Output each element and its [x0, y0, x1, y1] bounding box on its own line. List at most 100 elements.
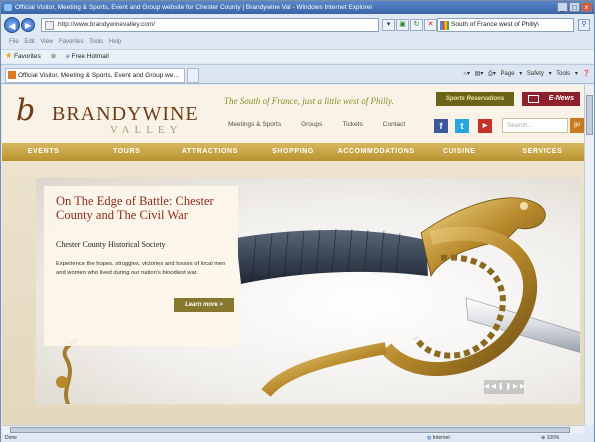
minimize-button[interactable]: _ [557, 2, 568, 12]
fav-link-hotmail[interactable]: e Free Hotmail [66, 50, 109, 64]
sports-reservations-button[interactable]: Sports Reservations [436, 92, 514, 106]
window-controls: _ □ × [557, 2, 592, 12]
main-nav: EVENTS TOURS ATTRACTIONS SHOPPING ACCOMM… [2, 143, 584, 161]
status-bar: Done ◍ Internet ⊕ 100% [1, 434, 594, 442]
close-button[interactable]: × [581, 2, 592, 12]
enews-label: E-News [548, 95, 574, 102]
address-dropdown-icon[interactable]: ▾ [382, 19, 395, 31]
enews-button[interactable]: E-News [522, 92, 580, 106]
prev-slide-icon[interactable]: ◀◀ [484, 383, 498, 390]
nav-services[interactable]: SERVICES [501, 143, 584, 161]
status-text: Done [5, 435, 17, 441]
search-icon[interactable]: ⚲ [578, 19, 590, 31]
globe-icon: ◍ [427, 435, 432, 441]
zoom-value: 100% [546, 435, 560, 441]
compatibility-icon[interactable]: ▣ [396, 19, 409, 31]
site-brand-sub: VALLEY [110, 124, 183, 136]
zoom-level[interactable]: ⊕ 100% [541, 434, 559, 442]
pause-icon[interactable]: ❚❚ [498, 383, 513, 390]
ie-page-icon: e [66, 52, 70, 60]
youtube-icon[interactable]: ▶ [478, 119, 492, 133]
nav-tours[interactable]: TOURS [85, 143, 168, 161]
address-text: http://www.brandywinevalley.com/ [58, 21, 156, 28]
tools-menu[interactable]: Tools ▾ [556, 71, 578, 77]
search-box[interactable]: South of France west of Philly\ [437, 18, 574, 32]
safety-menu[interactable]: Safety ▾ [527, 71, 552, 77]
hero-body: Experience the hopes, struggles, victori… [56, 261, 226, 276]
top-links: Meetings & Sports Groups Tickets Contact [228, 121, 405, 128]
learn-more-button[interactable]: Learn more > [174, 298, 234, 312]
menu-favorites[interactable]: Favorites [59, 39, 84, 45]
address-bar[interactable]: http://www.brandywinevalley.com/ [41, 18, 379, 32]
hero-caption-panel: On The Edge of Battle: Chester County an… [44, 186, 238, 346]
site-tagline: The South of France, just a little west … [224, 96, 394, 106]
search-text: South of France west of Philly\ [451, 21, 539, 28]
add-favorite-icon[interactable]: ⊕ [51, 50, 56, 64]
logo-mark-icon[interactable]: b [16, 95, 46, 129]
web-page: b BRANDYWINE VALLEY The South of France,… [2, 85, 584, 425]
google-icon [440, 21, 449, 30]
print-icon[interactable]: ⎙▾ [488, 71, 496, 77]
hero-title[interactable]: On The Edge of Battle: Chester County an… [56, 194, 234, 222]
menu-edit[interactable]: Edit [24, 39, 34, 45]
link-contact[interactable]: Contact [383, 121, 405, 128]
link-tickets[interactable]: Tickets [342, 121, 362, 128]
link-meetings-sports[interactable]: Meetings & Sports [228, 121, 281, 128]
zone-label: Internet [432, 435, 450, 441]
tab-row: Official Visitor, Meeting & Sports, Even… [1, 64, 594, 84]
nav-cuisine[interactable]: CUISINE [418, 143, 501, 161]
command-bar: ⌂▾ ▤▾ ⎙▾ Page ▾ Safety ▾ Tools ▾ ❓ [463, 70, 590, 78]
security-zone: ◍ Internet [427, 434, 450, 442]
site-search-go-button[interactable]: go [570, 118, 584, 133]
fav-link-label: Free Hotmail [71, 52, 109, 60]
site-search-input[interactable]: Search... [502, 118, 568, 133]
favorites-label: Favorites [13, 53, 41, 60]
browser-window: Official Visitor, Meeting & Sports, Even… [0, 0, 595, 442]
twitter-icon[interactable]: t [455, 119, 469, 133]
forward-button[interactable]: ▶ [21, 18, 35, 32]
feeds-icon[interactable]: ▤▾ [475, 71, 484, 77]
home-icon[interactable]: ⌂▾ [463, 71, 470, 77]
decorative-ornament [56, 338, 80, 404]
back-button[interactable]: ◀ [4, 17, 20, 33]
tab-label: Official Visitor, Meeting & Sports, Even… [18, 72, 179, 79]
nav-events[interactable]: EVENTS [2, 143, 85, 161]
site-brand[interactable]: BRANDYWINE [52, 103, 199, 126]
stop-icon[interactable]: ✕ [424, 19, 437, 31]
menu-view[interactable]: View [40, 39, 53, 45]
link-groups[interactable]: Groups [301, 121, 322, 128]
menu-help[interactable]: Help [109, 39, 121, 45]
nav-accommodations[interactable]: ACCOMMODATIONS [335, 143, 418, 161]
menu-file[interactable]: File [9, 39, 19, 45]
facebook-icon[interactable]: f [434, 119, 448, 133]
hero-slide[interactable]: On The Edge of Battle: Chester County an… [35, 177, 581, 405]
horizontal-scroll-thumb[interactable] [10, 427, 570, 433]
page-icon [45, 21, 54, 30]
new-tab-button[interactable] [187, 68, 199, 83]
horizontal-scrollbar[interactable] [2, 425, 584, 434]
help-icon[interactable]: ❓ [583, 71, 590, 77]
vertical-scrollbar[interactable] [584, 85, 594, 425]
next-slide-icon[interactable]: ▶▶ [513, 383, 527, 390]
envelope-icon [528, 95, 539, 103]
hero-subtitle: Chester County Historical Society [56, 240, 166, 249]
zoom-icon: ⊕ [541, 435, 546, 441]
nav-shopping[interactable]: SHOPPING [251, 143, 334, 161]
nav-attractions[interactable]: ATTRACTIONS [168, 143, 251, 161]
menu-tools[interactable]: Tools [89, 39, 103, 45]
site-favicon [8, 71, 16, 79]
site-header: b BRANDYWINE VALLEY The South of France,… [2, 85, 584, 143]
window-title: Official Visitor, Meeting & Sports, Even… [15, 4, 373, 11]
menu-bar: File Edit View Favorites Tools Help [1, 37, 594, 48]
slideshow-controls[interactable]: ◀◀❚❚▶▶ [484, 380, 527, 394]
refresh-icon[interactable]: ↻ [410, 19, 423, 31]
maximize-button[interactable]: □ [569, 2, 580, 12]
tab-active[interactable]: Official Visitor, Meeting & Sports, Even… [5, 68, 185, 83]
star-icon: ★ [5, 51, 13, 60]
favorites-button[interactable]: ★ Favorites [5, 49, 41, 64]
favorites-bar: ★ Favorites ⊕ e Free Hotmail [1, 49, 594, 63]
page-menu[interactable]: Page ▾ [501, 71, 523, 77]
ie-icon [4, 4, 12, 11]
title-bar: Official Visitor, Meeting & Sports, Even… [1, 1, 594, 14]
vertical-scroll-thumb[interactable] [586, 95, 593, 135]
